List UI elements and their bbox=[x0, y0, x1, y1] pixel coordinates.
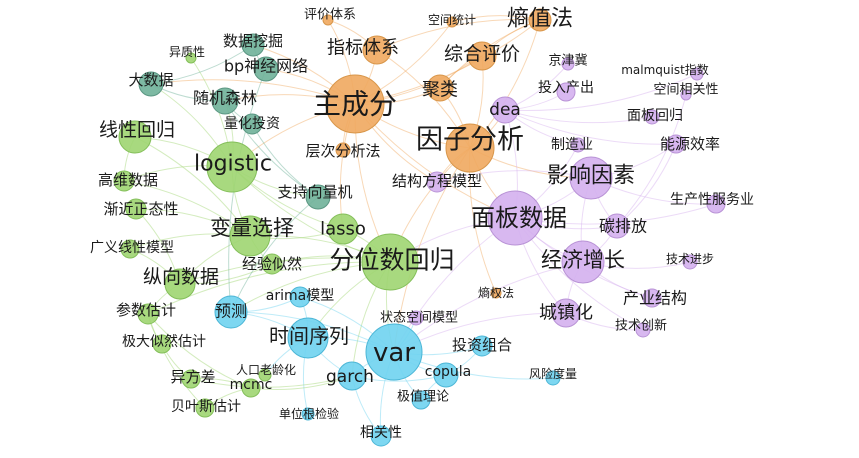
label-sjxl: 时间序列 bbox=[269, 324, 349, 348]
label-scxfw: 生产性服务业 bbox=[670, 192, 754, 208]
label-dea: dea bbox=[489, 100, 521, 120]
label-ztkj: 状态空间模型 bbox=[380, 311, 458, 326]
label-yfc: 异方差 bbox=[170, 368, 215, 386]
label-gwsj: 高维数据 bbox=[98, 171, 158, 189]
label-pjtx: 评价体系 bbox=[304, 8, 356, 23]
label-arima: arima模型 bbox=[266, 288, 334, 304]
label-yxys: 影响因素 bbox=[547, 164, 635, 189]
label-zhpj: 综合评价 bbox=[444, 43, 520, 65]
label-layer: 主成分因子分析 熵值法指标体系 综合评价聚类 评价体系 空间统计层次分析法熵权法 面板数据… bbox=[90, 7, 754, 442]
label-sjwj: 数据挖掘 bbox=[223, 32, 283, 50]
label-dsj: 大数据 bbox=[128, 71, 173, 89]
label-szf: 熵值法 bbox=[507, 7, 573, 32]
label-dwgjy: 单位根检验 bbox=[279, 406, 339, 421]
label-trcc: 投入产出 bbox=[538, 80, 594, 96]
label-jjzz: 经济增长 bbox=[541, 248, 625, 272]
label-tpf: 碳排放 bbox=[599, 217, 647, 236]
label-bpsj: bp神经网络 bbox=[224, 57, 308, 76]
label-nyxl: 能源效率 bbox=[660, 135, 720, 153]
label-xgx: 相关性 bbox=[360, 425, 402, 441]
label-bysgj: 贝叶斯估计 bbox=[171, 399, 241, 415]
label-zbtx: 指标体系 bbox=[327, 38, 399, 59]
label-sqf: 熵权法 bbox=[478, 285, 514, 300]
label-jysr: 经验似然 bbox=[242, 255, 302, 273]
label-mbsj: 面板数据 bbox=[471, 204, 567, 232]
label-fwshg: 分位数回归 bbox=[329, 246, 454, 275]
label-blxz: 变量选择 bbox=[210, 216, 294, 240]
label-jgfc: 结构方程模型 bbox=[392, 172, 482, 190]
label-mcmc: mcmc bbox=[230, 377, 273, 393]
label-logistic: logistic bbox=[194, 152, 272, 177]
edge-csgj-bysgj bbox=[147, 313, 206, 409]
label-jzll: 极值理论 bbox=[397, 389, 449, 405]
label-zcf: 主成分 bbox=[313, 88, 397, 121]
label-mbhg: 面板回归 bbox=[627, 107, 683, 124]
label-sjsl: 随机森林 bbox=[193, 89, 257, 108]
label-malm: malmquist指数 bbox=[621, 62, 709, 77]
label-yc: 预测 bbox=[215, 302, 247, 321]
label-yzfx: 因子分析 bbox=[416, 125, 524, 156]
label-garch: garch bbox=[326, 367, 374, 387]
label-kjtj: 空间统计 bbox=[428, 13, 476, 27]
label-czh: 城镇化 bbox=[539, 303, 593, 324]
label-jl: 聚类 bbox=[422, 80, 458, 101]
label-ccfx: 层次分析法 bbox=[305, 142, 380, 160]
label-lasso: lasso bbox=[320, 219, 366, 240]
label-gyxx: 广义线性模型 bbox=[90, 240, 174, 256]
label-cyjg: 产业结构 bbox=[623, 289, 687, 308]
label-lhtz: 量化投资 bbox=[224, 116, 280, 132]
label-xxhg: 线性回归 bbox=[99, 119, 175, 141]
label-rklh: 人口老龄化 bbox=[236, 363, 296, 377]
label-jscx: 技术创新 bbox=[615, 318, 667, 334]
label-fxdl: 风险度量 bbox=[529, 366, 577, 381]
label-jdsr: 极大似然估计 bbox=[122, 333, 206, 350]
label-copula: copula bbox=[425, 364, 472, 380]
label-kjxg: 空间相关性 bbox=[653, 83, 718, 98]
keyword-cooccurrence-network: 主成分因子分析 熵值法指标体系 综合评价聚类 评价体系 空间统计层次分析法熵权法 面板数据… bbox=[90, 7, 754, 447]
label-jjzt: 渐近正态性 bbox=[103, 200, 178, 218]
label-jjj: 京津冀 bbox=[548, 53, 587, 69]
label-var: var bbox=[373, 338, 415, 368]
label-zzy: 制造业 bbox=[551, 137, 593, 153]
label-yzx: 异质性 bbox=[169, 45, 205, 59]
label-jsjb: 技术进步 bbox=[666, 252, 714, 266]
label-tzzh: 投资组合 bbox=[452, 336, 512, 354]
label-zxsj: 纵向数据 bbox=[143, 266, 219, 288]
label-csgj: 参数估计 bbox=[116, 301, 176, 319]
label-zcxl: 支持向量机 bbox=[277, 183, 352, 201]
